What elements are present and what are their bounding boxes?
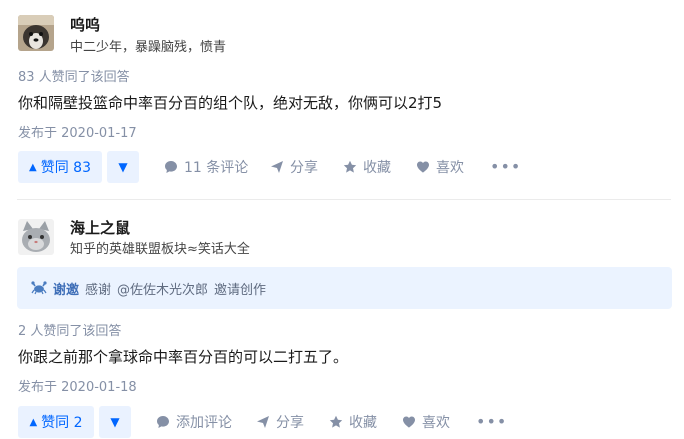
comment-icon <box>164 160 178 174</box>
like-label: 喜欢 <box>422 415 450 431</box>
comment-icon <box>156 415 170 429</box>
triangle-down-icon: ▼ <box>110 415 120 429</box>
comment-label: 11 条评论 <box>184 160 249 176</box>
thanks-label: 谢邀 <box>53 282 80 298</box>
star-icon <box>343 160 357 174</box>
like-button[interactable]: 喜欢 <box>416 151 464 183</box>
share-label: 分享 <box>276 415 304 431</box>
triangle-down-icon: ▼ <box>118 160 128 174</box>
triangle-up-icon: ▲ <box>29 161 37 173</box>
comment-label: 添加评论 <box>176 415 232 431</box>
vote-down-button[interactable]: ▼ <box>107 151 139 183</box>
more-options-icon[interactable]: ••• <box>476 412 507 431</box>
author-name[interactable]: 海上之鼠 <box>70 217 130 238</box>
share-label: 分享 <box>290 160 318 176</box>
author-bio: 中二少年，暴躁脑残，愤青 <box>70 40 227 55</box>
invitation-thanks-bar: 谢邀 感谢 @佐佐木光次郎 邀请创作 <box>17 267 672 309</box>
share-icon <box>270 160 284 174</box>
vote-down-button[interactable]: ▼ <box>99 406 131 438</box>
heart-icon <box>402 415 416 429</box>
share-button[interactable]: 分享 <box>256 406 304 438</box>
comment-button[interactable]: 11 条评论 <box>164 151 248 183</box>
author-name[interactable]: 呜呜 <box>70 14 100 35</box>
share-button[interactable]: 分享 <box>270 151 318 183</box>
thanks-suffix: 邀请创作 <box>214 282 267 298</box>
triangle-up-icon: ▲ <box>29 416 38 428</box>
avatar[interactable] <box>18 15 54 51</box>
like-label: 喜欢 <box>436 160 464 176</box>
comment-button[interactable]: 添加评论 <box>156 406 232 438</box>
answer-content: 你和隔壁投篮命中率百分百的组个队，绝对无敌，你俩可以2打5 <box>18 94 443 112</box>
vote-up-label: 赞同 2 <box>41 415 83 431</box>
share-icon <box>256 415 270 429</box>
vote-up-label: 赞同 83 <box>40 160 91 176</box>
favorite-button[interactable]: 收藏 <box>329 406 377 438</box>
star-icon <box>329 415 343 429</box>
answer-item: 呜呜 中二少年，暴躁脑残，愤青 83 人赞同了该回答 你和隔壁投篮命中率百分百的… <box>0 0 684 200</box>
upvote-count-text: 83 人赞同了该回答 <box>18 70 130 85</box>
favorite-label: 收藏 <box>349 415 377 431</box>
avatar[interactable] <box>18 219 54 255</box>
author-bio: 知乎的英雄联盟板块≈笑话大全 <box>70 242 250 257</box>
publish-date[interactable]: 发布于 2020-01-18 <box>18 376 137 395</box>
favorite-label: 收藏 <box>363 160 391 176</box>
publish-date[interactable]: 发布于 2020-01-17 <box>18 122 137 141</box>
vote-up-button[interactable]: ▲ 赞同 83 <box>18 151 102 183</box>
inviter-mention[interactable]: @佐佐木光次郎 <box>117 279 208 298</box>
answer-content: 你跟之前那个拿球命中率百分百的可以二打五了。 <box>18 348 349 366</box>
more-options-icon[interactable]: ••• <box>490 157 521 176</box>
favorite-button[interactable]: 收藏 <box>343 151 391 183</box>
heart-icon <box>416 160 430 174</box>
like-button[interactable]: 喜欢 <box>402 406 450 438</box>
crab-icon <box>31 281 47 295</box>
vote-up-button[interactable]: ▲ 赞同 2 <box>18 406 94 438</box>
upvote-count-text: 2 人赞同了该回答 <box>18 324 122 339</box>
thanks-text: 感谢 <box>85 282 112 298</box>
